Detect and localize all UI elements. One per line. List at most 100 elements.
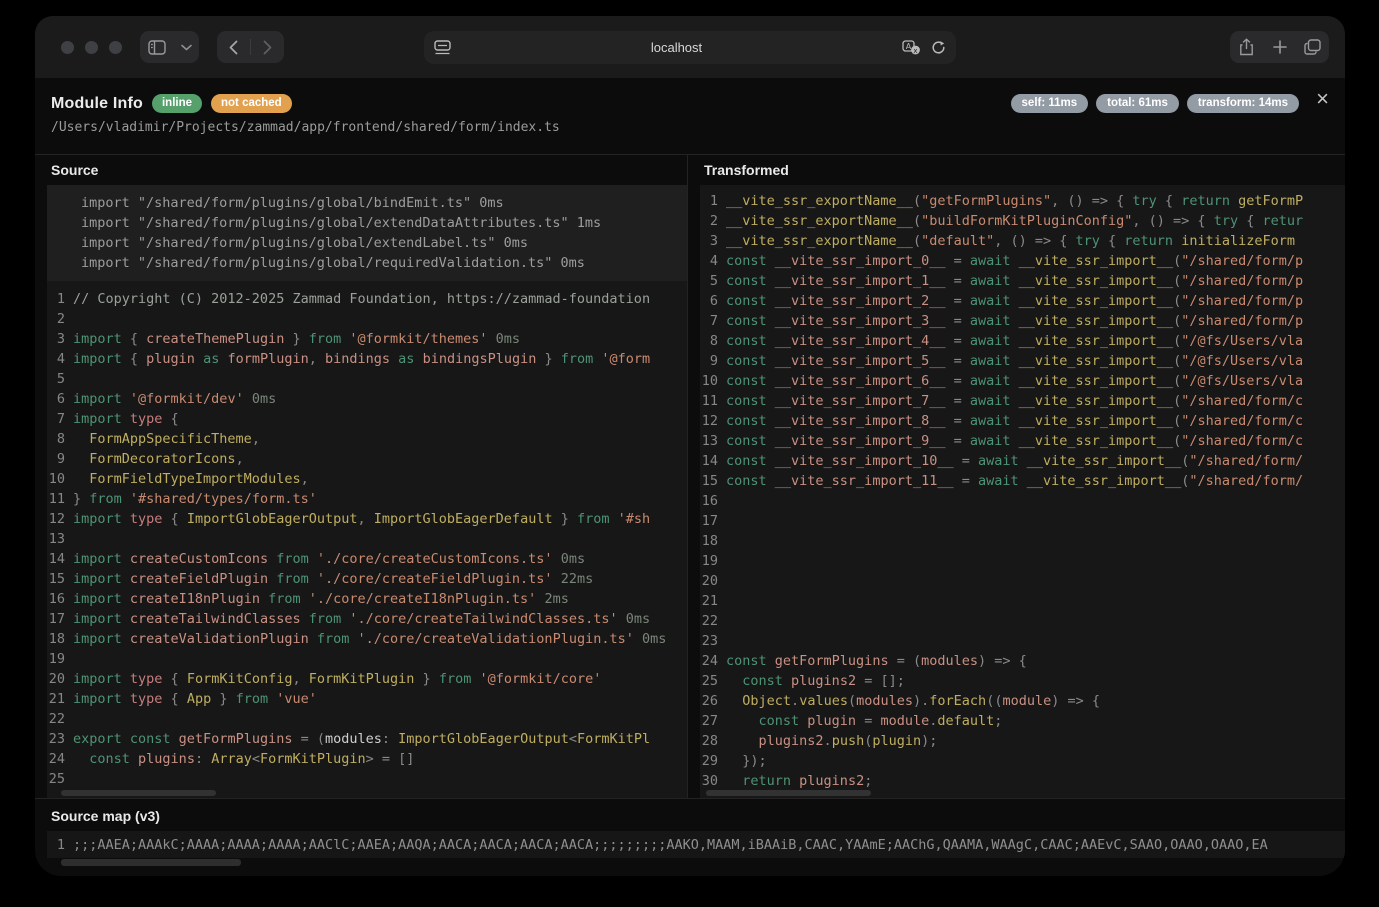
code-line: 10 FormFieldTypeImportModules, [47, 469, 687, 489]
code-line: 15const __vite_ssr_import_11__ = await _… [700, 471, 1345, 491]
code-line: 20 [700, 571, 1345, 591]
dep-line: import "/shared/form/plugins/global/requ… [81, 253, 687, 273]
share-button[interactable] [1230, 31, 1263, 63]
nav-group [217, 31, 284, 63]
code-panes: Source import "/shared/form/plugins/glob… [35, 154, 1345, 798]
zoom-window-button[interactable] [109, 41, 122, 54]
tabs-overview-icon [1304, 39, 1321, 55]
close-window-button[interactable] [61, 41, 74, 54]
new-tab-button[interactable] [1263, 31, 1296, 63]
source-pane-title: Source [35, 155, 687, 185]
code-line: 25 [47, 769, 687, 789]
dep-line: import "/shared/form/plugins/global/bind… [81, 193, 687, 213]
self-time-badge: self: 11ms [1011, 94, 1089, 113]
transformed-code-area[interactable]: 1__vite_ssr_exportName__("getFormPlugins… [700, 185, 1345, 798]
code-line: 9 FormDecoratorIcons, [47, 449, 687, 469]
code-line: 8 FormAppSpecificTheme, [47, 429, 687, 449]
code-line: 9const __vite_ssr_import_5__ = await __v… [700, 351, 1345, 371]
sourcemap-mappings: ;;;AAEA;AAAkC;AAAA;AAAA;AAAA;AAClC;AAEA;… [73, 837, 1268, 853]
translate-icon[interactable]: A x [902, 40, 921, 55]
code-line: 17 [700, 511, 1345, 531]
timing-metrics: self: 11ms total: 61ms transform: 14ms [1011, 94, 1299, 113]
sidebar-icon [148, 40, 166, 55]
code-line: 24 const plugins: Array<FormKitPlugin> =… [47, 749, 687, 769]
address-bar[interactable]: localhost A x [424, 31, 956, 64]
tab-overview-button[interactable] [1296, 31, 1329, 63]
code-line: 12const __vite_ssr_import_8__ = await __… [700, 411, 1345, 431]
forward-button[interactable] [251, 31, 284, 63]
sourcemap-line-number: 1 [47, 837, 73, 853]
page-title: Module Info [51, 95, 143, 113]
reader-view-icon[interactable] [434, 40, 451, 55]
transformed-code: 1__vite_ssr_exportName__("getFormPlugins… [700, 185, 1345, 791]
sourcemap-horizontal-scrollbar[interactable] [61, 859, 241, 866]
code-line: 4const __vite_ssr_import_0__ = await __v… [700, 251, 1345, 271]
code-line: 6import '@formkit/dev' 0ms [47, 389, 687, 409]
code-line: 1// Copyright (C) 2012-2025 Zammad Found… [47, 289, 687, 309]
chevron-down-icon [181, 44, 192, 51]
code-line: 22 [700, 611, 1345, 631]
svg-text:A: A [906, 42, 912, 51]
transformed-pane: Transformed 1__vite_ssr_exportName__("ge… [688, 155, 1345, 798]
chevron-right-icon [263, 40, 272, 55]
source-code: 1// Copyright (C) 2012-2025 Zammad Found… [47, 287, 687, 789]
code-line: 19 [47, 649, 687, 669]
code-line: 12import type { ImportGlobEagerOutput, I… [47, 509, 687, 529]
sidebar-group [140, 31, 199, 63]
code-line: 17import createTailwindClasses from './c… [47, 609, 687, 629]
code-line: 18 [700, 531, 1345, 551]
source-horizontal-scrollbar[interactable] [61, 790, 216, 796]
close-icon[interactable]: × [1316, 88, 1329, 110]
reload-icon[interactable] [931, 40, 946, 55]
source-code-area[interactable]: import "/shared/form/plugins/global/bind… [47, 185, 687, 798]
code-line: 25 const plugins2 = []; [700, 671, 1345, 691]
code-line: 24const getFormPlugins = (modules) => { [700, 651, 1345, 671]
code-line: 29 }); [700, 751, 1345, 771]
plus-icon [1273, 40, 1287, 54]
source-pane: Source import "/shared/form/plugins/glob… [35, 155, 688, 798]
url-text[interactable]: localhost [451, 40, 902, 55]
code-line: 3import { createThemePlugin } from '@for… [47, 329, 687, 349]
browser-toolbar: localhost A x [35, 16, 1345, 78]
transformed-horizontal-scrollbar[interactable] [706, 790, 871, 796]
code-line: 26 Object.values(modules).forEach((modul… [700, 691, 1345, 711]
sidebar-toggle-button[interactable] [140, 31, 173, 63]
sourcemap-code[interactable]: 1 ;;;AAEA;AAAkC;AAAA;AAAA;AAAA;AAClC;AAE… [47, 831, 1345, 858]
window-controls [61, 41, 122, 54]
code-line: 11} from '#shared/types/form.ts' [47, 489, 687, 509]
code-line: 16import createI18nPlugin from './core/c… [47, 589, 687, 609]
transform-time-badge: transform: 14ms [1187, 94, 1299, 113]
code-line: 10const __vite_ssr_import_6__ = await __… [700, 371, 1345, 391]
code-line: 7import type { [47, 409, 687, 429]
code-line: 8const __vite_ssr_import_4__ = await __v… [700, 331, 1345, 351]
code-line: 13 [47, 529, 687, 549]
code-line: 16 [700, 491, 1345, 511]
code-line: 7const __vite_ssr_import_3__ = await __v… [700, 311, 1345, 331]
code-line: 2 [47, 309, 687, 329]
toolbar-right-group [1230, 31, 1329, 63]
chevron-left-icon [229, 40, 238, 55]
source-import-timings: import "/shared/form/plugins/global/bind… [47, 185, 687, 281]
module-path: /Users/vladimir/Projects/zammad/app/fron… [51, 120, 1329, 135]
code-line: 5 [47, 369, 687, 389]
code-line: 22 [47, 709, 687, 729]
code-line: 4import { plugin as formPlugin, bindings… [47, 349, 687, 369]
back-button[interactable] [217, 31, 250, 63]
code-line: 14const __vite_ssr_import_10__ = await _… [700, 451, 1345, 471]
svg-text:x: x [913, 46, 917, 54]
code-line: 30 return plugins2; [700, 771, 1345, 791]
code-line: 5const __vite_ssr_import_1__ = await __v… [700, 271, 1345, 291]
code-line: 27 const plugin = module.default; [700, 711, 1345, 731]
code-line: 6const __vite_ssr_import_2__ = await __v… [700, 291, 1345, 311]
sourcemap-title: Source map (v3) [35, 799, 1345, 831]
code-line: 1__vite_ssr_exportName__("getFormPlugins… [700, 191, 1345, 211]
browser-window: localhost A x [35, 16, 1345, 876]
code-line: 3__vite_ssr_exportName__("default", () =… [700, 231, 1345, 251]
inline-badge: inline [152, 94, 202, 113]
code-line: 2__vite_ssr_exportName__("buildFormKitPl… [700, 211, 1345, 231]
code-line: 23 [700, 631, 1345, 651]
code-line: 21import type { App } from 'vue' [47, 689, 687, 709]
code-line: 11const __vite_ssr_import_7__ = await __… [700, 391, 1345, 411]
minimize-window-button[interactable] [85, 41, 98, 54]
sidebar-menu-button[interactable] [173, 31, 199, 63]
